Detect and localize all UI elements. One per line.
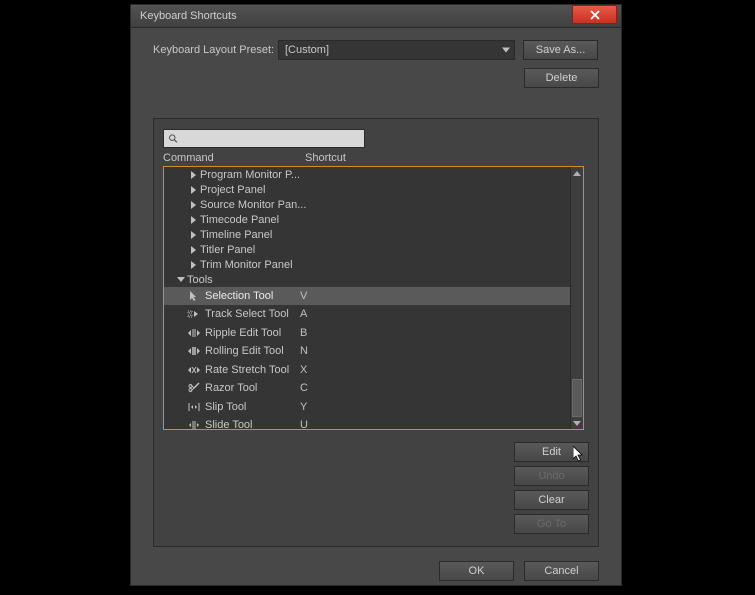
save-as-button[interactable]: Save As...: [523, 40, 598, 60]
tool-item[interactable]: Razor ToolC: [164, 379, 570, 398]
expand-arrow-icon[interactable]: [189, 201, 198, 209]
tool-shortcut: X: [300, 364, 307, 376]
panel-item[interactable]: Trim Monitor Panel: [164, 257, 570, 272]
keyboard-shortcuts-dialog: Keyboard Shortcuts Keyboard Layout Prese…: [130, 4, 622, 586]
panel-item[interactable]: Titler Panel: [164, 242, 570, 257]
tool-label: Selection Tool: [205, 290, 300, 302]
expand-arrow-icon[interactable]: [189, 171, 198, 179]
titlebar[interactable]: Keyboard Shortcuts: [131, 5, 621, 28]
expand-arrow-icon[interactable]: [189, 261, 198, 269]
undo-button[interactable]: Undo: [514, 466, 589, 486]
ok-button[interactable]: OK: [439, 561, 514, 581]
slip-icon: [186, 401, 202, 413]
tool-item[interactable]: Rate Stretch ToolX: [164, 361, 570, 380]
tool-item[interactable]: Slide ToolU: [164, 416, 570, 429]
panel-item[interactable]: Timecode Panel: [164, 212, 570, 227]
tool-item[interactable]: Selection ToolV: [164, 287, 570, 305]
scroll-up-button[interactable]: [571, 167, 583, 179]
close-button[interactable]: [572, 5, 617, 24]
collapse-arrow-icon[interactable]: [176, 277, 185, 282]
expand-arrow-icon[interactable]: [189, 186, 198, 194]
panel-label: Project Panel: [200, 184, 380, 196]
panel-label: Source Monitor Pan...: [200, 199, 380, 211]
tool-label: Ripple Edit Tool: [205, 327, 300, 339]
panel-label: Trim Monitor Panel: [200, 259, 380, 271]
tool-label: Slide Tool: [205, 419, 300, 429]
tools-group[interactable]: Tools: [164, 272, 570, 287]
command-header: Command: [163, 152, 305, 164]
tool-item[interactable]: Track Select ToolA: [164, 305, 570, 324]
tool-shortcut: N: [300, 345, 308, 357]
panel-label: Timecode Panel: [200, 214, 380, 226]
rolling-icon: [186, 345, 202, 357]
window-title: Keyboard Shortcuts: [131, 10, 237, 22]
tool-label: Track Select Tool: [205, 308, 300, 320]
panel-item[interactable]: Project Panel: [164, 182, 570, 197]
scroll-thumb[interactable]: [572, 379, 582, 417]
slide-icon: [186, 419, 202, 429]
tool-item[interactable]: Ripple Edit ToolB: [164, 324, 570, 343]
goto-button[interactable]: Go To: [514, 514, 589, 534]
tool-item[interactable]: Rolling Edit ToolN: [164, 342, 570, 361]
tools-label: Tools: [187, 274, 213, 286]
cancel-button[interactable]: Cancel: [524, 561, 599, 581]
tool-shortcut: C: [300, 382, 308, 394]
search-input[interactable]: [181, 133, 360, 145]
expand-arrow-icon[interactable]: [189, 216, 198, 224]
tool-label: Slip Tool: [205, 401, 300, 413]
delete-button[interactable]: Delete: [524, 68, 599, 88]
search-icon: [168, 133, 178, 144]
tool-label: Razor Tool: [205, 382, 300, 394]
preset-value: [Custom]: [285, 44, 329, 56]
expand-arrow-icon[interactable]: [189, 231, 198, 239]
chevron-down-icon: [573, 421, 581, 426]
clear-button[interactable]: Clear: [514, 490, 589, 510]
scroll-down-button[interactable]: [571, 417, 583, 429]
edit-button[interactable]: Edit: [514, 442, 589, 462]
tool-label: Rolling Edit Tool: [205, 345, 300, 357]
shortcuts-panel: Command Shortcut Program Monitor P...Pro…: [153, 118, 599, 547]
close-icon: [590, 10, 600, 20]
chevron-up-icon: [573, 171, 581, 176]
panel-label: Timeline Panel: [200, 229, 380, 241]
tool-item[interactable]: Slip ToolY: [164, 398, 570, 417]
panel-label: Titler Panel: [200, 244, 380, 256]
panel-item[interactable]: Source Monitor Pan...: [164, 197, 570, 212]
razor-icon: [186, 382, 202, 394]
tool-label: Rate Stretch Tool: [205, 364, 300, 376]
chevron-down-icon: [502, 48, 510, 53]
track-select-icon: [186, 308, 202, 320]
tool-shortcut: A: [300, 308, 307, 320]
rate-stretch-icon: [186, 364, 202, 376]
scrollbar[interactable]: [570, 167, 583, 429]
tool-shortcut: V: [300, 290, 307, 302]
commands-tree: Program Monitor P... Project Panel Source …: [163, 166, 584, 430]
panel-item[interactable]: Program Monitor P...: [164, 167, 570, 182]
shortcut-header: Shortcut: [305, 152, 346, 164]
cursor-icon: [186, 290, 202, 302]
preset-label: Keyboard Layout Preset:: [153, 44, 278, 56]
expand-arrow-icon[interactable]: [189, 246, 198, 254]
panel-label: Program Monitor P...: [200, 169, 380, 181]
tool-shortcut: Y: [300, 401, 307, 413]
tool-shortcut: U: [300, 419, 308, 429]
preset-select[interactable]: [Custom]: [278, 40, 515, 60]
ripple-icon: [186, 327, 202, 339]
search-field[interactable]: [163, 129, 365, 148]
panel-item[interactable]: Timeline Panel: [164, 227, 570, 242]
list-headers: Command Shortcut: [163, 152, 589, 164]
tool-shortcut: B: [300, 327, 307, 339]
